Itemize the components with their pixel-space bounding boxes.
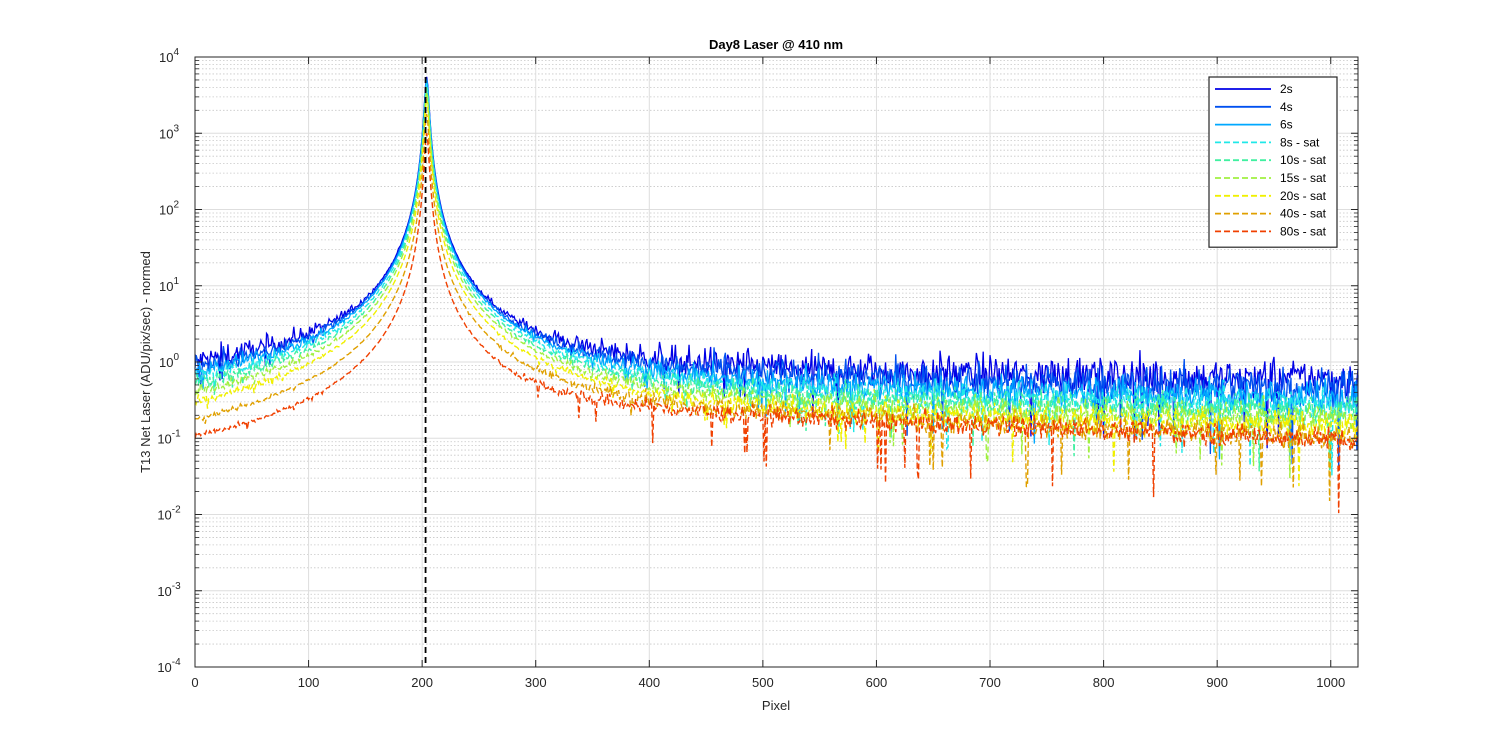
- legend-label: 10s - sat: [1280, 153, 1327, 167]
- x-tick-label: 900: [1206, 675, 1228, 690]
- x-tick-label: 600: [866, 675, 888, 690]
- legend-label: 15s - sat: [1280, 171, 1327, 185]
- legend-label: 2s: [1280, 82, 1293, 96]
- legend-label: 8s - sat: [1280, 135, 1320, 149]
- x-tick-label: 500: [752, 675, 774, 690]
- chart-title: Day8 Laser @ 410 nm: [709, 37, 843, 52]
- x-tick-label: 100: [298, 675, 320, 690]
- legend-label: 40s - sat: [1280, 207, 1327, 221]
- legend-label: 6s: [1280, 118, 1293, 132]
- legend-label: 20s - sat: [1280, 189, 1327, 203]
- legend: 2s 4s 6s 8s - sat 10s - sat 15s - sat 20s - sa…: [1208, 76, 1338, 248]
- x-tick-label: 800: [1093, 675, 1115, 690]
- x-tick-label: 300: [525, 675, 547, 690]
- x-tick-label: 200: [411, 675, 433, 690]
- x-tick-label: 1000: [1316, 675, 1345, 690]
- x-tick-label: 0: [191, 675, 198, 690]
- y-axis-label: T13 Net Laser (ADU/pix/sec) - normed: [138, 251, 153, 473]
- x-axis-label: Pixel: [762, 698, 790, 713]
- legend-label: 4s: [1280, 100, 1293, 114]
- chart: 0 100 200 300 400 500 600 700 800 900 100010-410-3…: [0, 0, 1500, 750]
- legend-label: 80s - sat: [1280, 224, 1327, 238]
- x-tick-label: 400: [638, 675, 660, 690]
- x-tick-label: 700: [979, 675, 1001, 690]
